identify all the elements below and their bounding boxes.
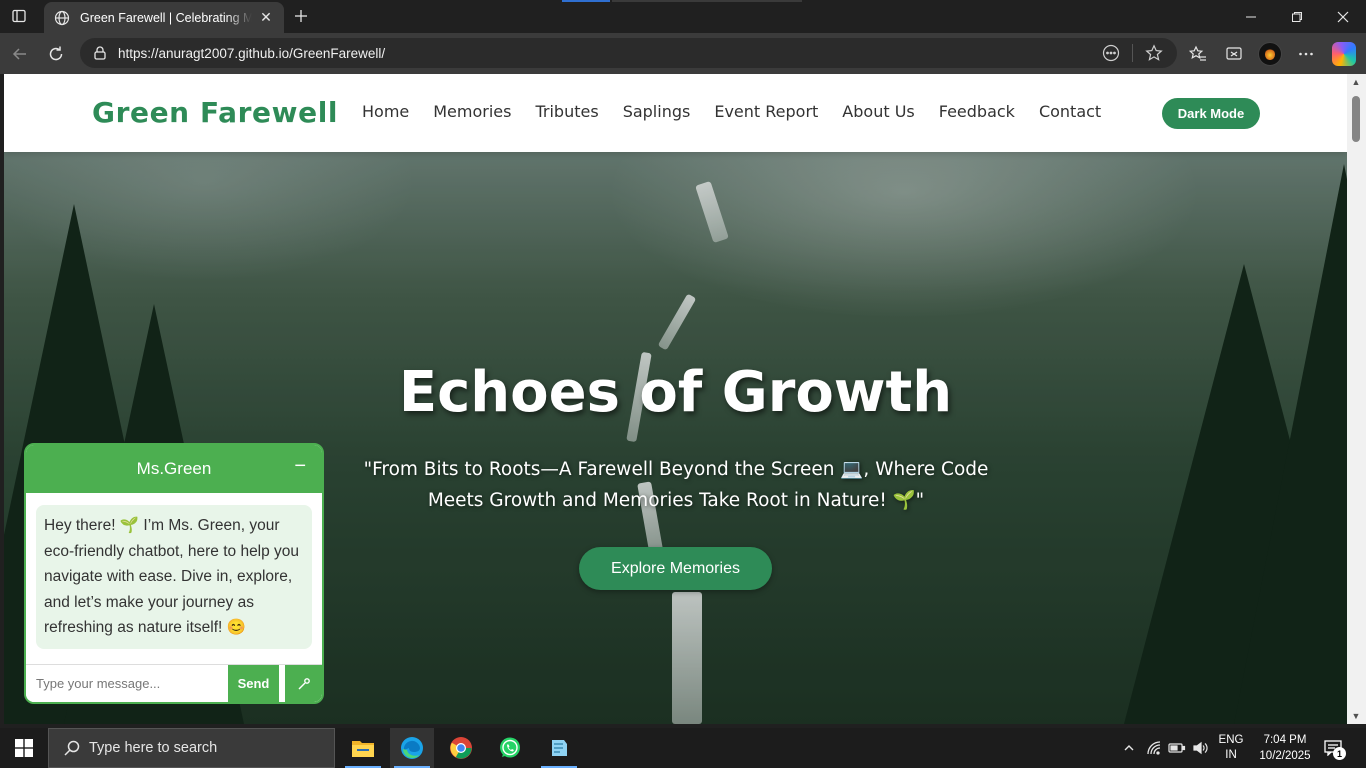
taskbar-search[interactable]: Type here to search bbox=[48, 728, 335, 768]
new-tab-icon[interactable] bbox=[290, 6, 312, 26]
chat-message-input[interactable] bbox=[26, 665, 228, 702]
browser-tab[interactable]: Green Farewell | Celebrating Memories ✕ bbox=[44, 2, 284, 33]
minimize-chat-icon[interactable]: − bbox=[294, 455, 306, 478]
drag-region bbox=[612, 0, 802, 2]
language-code: ENG bbox=[1218, 734, 1244, 746]
chat-send-button[interactable]: Send bbox=[228, 665, 279, 702]
chatbot-name: Ms.Green bbox=[136, 459, 212, 478]
nav-link-saplings[interactable]: Saplings bbox=[623, 102, 691, 121]
page-scrollbar[interactable]: ▲ ▼ bbox=[1347, 74, 1366, 724]
tab-actions-icon[interactable] bbox=[8, 6, 30, 26]
address-bar[interactable]: https://anuragt2007.github.io/GreenFarew… bbox=[80, 38, 1177, 68]
close-tab-icon[interactable]: ✕ bbox=[258, 9, 274, 26]
notification-center-icon[interactable]: 1 bbox=[1322, 738, 1346, 760]
site-navbar: Green Farewell Home Memories Tributes Sa… bbox=[4, 74, 1347, 152]
more-options-circle-icon[interactable] bbox=[1100, 42, 1122, 64]
nav-link-home[interactable]: Home bbox=[362, 102, 409, 121]
chatbot-header: Ms.Green − bbox=[26, 445, 322, 493]
network-icon[interactable] bbox=[1143, 728, 1165, 768]
chatbot-widget: Ms.Green − Hey there! 🌱 I’m Ms. Green, y… bbox=[24, 443, 324, 704]
microphone-icon[interactable] bbox=[285, 665, 322, 702]
copilot-icon[interactable] bbox=[1332, 42, 1356, 66]
drag-region-indicator bbox=[562, 0, 610, 2]
nav-link-feedback[interactable]: Feedback bbox=[939, 102, 1015, 121]
chat-input-row: Send bbox=[26, 664, 322, 702]
scroll-up-icon[interactable]: ▲ bbox=[1351, 77, 1361, 87]
clock-date: 10/2/2025 bbox=[1259, 750, 1311, 762]
input-language-indicator[interactable]: ENG IN bbox=[1214, 733, 1248, 763]
scrollbar-thumb[interactable] bbox=[1352, 96, 1360, 142]
nav-links: Home Memories Tributes Saplings Event Re… bbox=[362, 102, 1125, 121]
explore-memories-button[interactable]: Explore Memories bbox=[579, 547, 772, 590]
taskbar: Type here to search ENG IN 7:04 PM 10/2/… bbox=[0, 728, 1366, 768]
windows-start-icon[interactable] bbox=[0, 728, 48, 768]
back-icon[interactable] bbox=[6, 40, 34, 68]
system-clock[interactable]: 7:04 PM 10/2/2025 bbox=[1250, 732, 1320, 764]
url-text[interactable]: https://anuragt2007.github.io/GreenFarew… bbox=[118, 46, 1090, 61]
search-icon bbox=[63, 739, 81, 757]
notes-app-icon[interactable] bbox=[537, 728, 581, 768]
site-info-icon[interactable] bbox=[92, 45, 108, 61]
show-hidden-icons-icon[interactable] bbox=[1118, 728, 1140, 768]
nav-link-contact[interactable]: Contact bbox=[1039, 102, 1101, 121]
battery-icon[interactable] bbox=[1166, 728, 1188, 768]
scroll-down-icon[interactable]: ▼ bbox=[1351, 711, 1361, 721]
divider bbox=[1132, 44, 1133, 62]
nav-link-tributes[interactable]: Tributes bbox=[535, 102, 598, 121]
dark-mode-button[interactable]: Dark Mode bbox=[1162, 98, 1260, 129]
favorite-star-icon[interactable] bbox=[1143, 42, 1165, 64]
chrome-icon[interactable] bbox=[439, 728, 483, 768]
minimize-window-icon[interactable] bbox=[1228, 0, 1274, 33]
close-window-icon[interactable] bbox=[1320, 0, 1366, 33]
region-code: IN bbox=[1225, 749, 1237, 761]
hero-subtitle: "From Bits to Roots—A Farewell Beyond th… bbox=[363, 459, 989, 511]
nav-link-about-us[interactable]: About Us bbox=[842, 102, 914, 121]
settings-more-icon[interactable] bbox=[1293, 41, 1319, 67]
tab-title: Green Farewell | Celebrating Memories bbox=[80, 10, 252, 25]
whatsapp-icon[interactable] bbox=[488, 728, 532, 768]
nav-link-memories[interactable]: Memories bbox=[433, 102, 511, 121]
hero-title: Echoes of Growth bbox=[398, 360, 953, 425]
clock-time: 7:04 PM bbox=[1263, 734, 1307, 746]
notification-count-badge: 1 bbox=[1333, 747, 1346, 760]
site-logo[interactable]: Green Farewell bbox=[92, 96, 338, 129]
screenshot-icon[interactable] bbox=[1221, 41, 1247, 67]
refresh-icon[interactable] bbox=[42, 40, 70, 68]
volume-icon[interactable] bbox=[1189, 728, 1211, 768]
tab-bar: Green Farewell | Celebrating Memories ✕ bbox=[0, 0, 1366, 33]
edge-browser-icon[interactable] bbox=[390, 728, 434, 768]
page-viewport: Green Farewell Home Memories Tributes Sa… bbox=[4, 74, 1347, 724]
file-explorer-icon[interactable] bbox=[341, 728, 385, 768]
nav-link-event-report[interactable]: Event Report bbox=[714, 102, 818, 121]
profile-avatar[interactable] bbox=[1258, 42, 1282, 66]
favorites-icon[interactable] bbox=[1185, 41, 1211, 67]
address-toolbar: https://anuragt2007.github.io/GreenFarew… bbox=[0, 33, 1366, 74]
restore-window-icon[interactable] bbox=[1274, 0, 1320, 33]
chatbot-message: Hey there! 🌱 I’m Ms. Green, your eco-fri… bbox=[36, 505, 312, 649]
globe-icon bbox=[54, 10, 70, 26]
search-placeholder: Type here to search bbox=[89, 740, 218, 756]
